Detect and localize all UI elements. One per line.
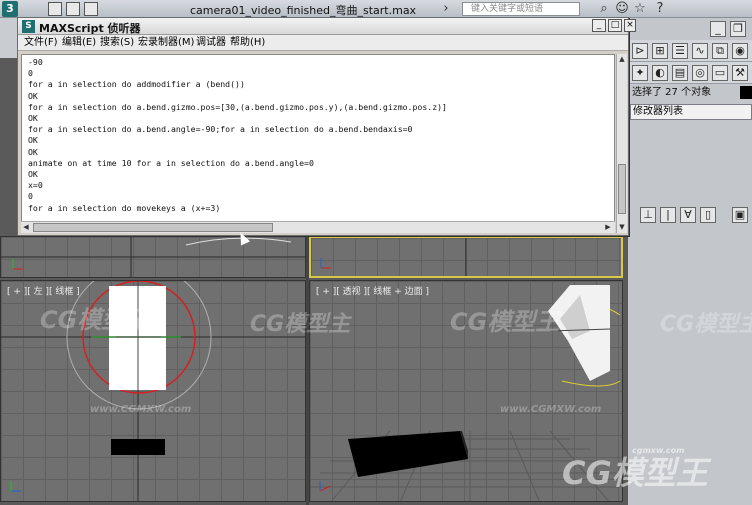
parameters-rollout <box>628 232 752 505</box>
remove-modifier-icon[interactable]: ▯ <box>700 207 716 223</box>
modifier-list-dropdown[interactable]: 修改器列表 <box>630 104 752 120</box>
open-file-icon[interactable] <box>48 2 62 16</box>
save-icon[interactable] <box>66 2 80 16</box>
menu-help[interactable]: 帮助(H) <box>230 36 265 50</box>
minimize-icon[interactable]: _ <box>710 21 726 37</box>
pin-stack-icon[interactable]: ⊥ <box>640 207 656 223</box>
help-search-input[interactable]: 键入关键字或短语 <box>462 2 580 16</box>
community-icon[interactable]: ☺ <box>614 1 630 17</box>
schematic-icon[interactable]: ⧉ <box>712 43 728 59</box>
script-line: animate on at time 10 for a in selection… <box>28 157 314 168</box>
script-line: -90 <box>28 57 43 67</box>
script-line: 0 <box>28 191 33 202</box>
stack-tools: ⊥ | ∀ ▯ ▣ <box>628 206 752 226</box>
app-logo[interactable]: 3 <box>2 1 18 17</box>
command-tabs-row: ✦ ◐ ▤ ◎ ▭ ⚒ <box>628 62 752 84</box>
object-color-swatch[interactable] <box>740 86 752 99</box>
listener-titlebar[interactable]: S MAXScript 侦听器 _ □ × <box>18 18 636 35</box>
perspective-viewport[interactable]: [ + ][ 透视 ][ 线框 + 边面 ] <box>309 280 623 502</box>
menu-debugger[interactable]: 调试器 <box>196 36 226 50</box>
window-title: camera01_video_finished_弯曲_start.max <box>190 4 417 17</box>
show-end-result-icon[interactable]: | <box>660 207 676 223</box>
top-viewport-scene <box>1 237 305 277</box>
front-viewport[interactable] <box>309 236 623 278</box>
make-unique-icon[interactable]: ∀ <box>680 207 696 223</box>
help-icon[interactable]: ? <box>652 1 668 17</box>
display-tab-icon[interactable]: ▭ <box>712 65 728 81</box>
align-icon[interactable]: ⊞ <box>652 43 668 59</box>
horizontal-scrollbar[interactable]: ◀ ▶ <box>21 221 615 233</box>
motion-tab-icon[interactable]: ◎ <box>692 65 708 81</box>
configure-sets-icon[interactable]: ▣ <box>732 207 748 223</box>
viewport-divider[interactable] <box>306 236 309 505</box>
script-line: for a in selection do a.bend.angle=-90;f… <box>28 124 413 135</box>
left-viewport[interactable]: [ + ][ 左 ][ 线框 ] <box>0 280 306 502</box>
favorites-star-icon[interactable]: ☆ <box>632 1 648 17</box>
scroll-left-icon[interactable]: ◀ <box>21 222 31 232</box>
menu-edit[interactable]: 编辑(E) <box>62 36 96 50</box>
script-line: OK <box>28 113 38 124</box>
vertical-scroll-thumb[interactable] <box>618 164 626 214</box>
search-icon[interactable]: ⌕ <box>596 1 612 17</box>
maxscript-listener-window: S MAXScript 侦听器 _ □ × 文件(F) 编辑(E) 搜索(S) … <box>17 17 636 236</box>
script-line: for a in selection do a.bend.gizmo.pos=[… <box>28 101 447 112</box>
mirror-icon[interactable]: ⊳ <box>632 43 648 59</box>
top-viewport[interactable] <box>0 236 306 278</box>
script-line: OK <box>28 135 38 146</box>
listener-menubar: 文件(F) 编辑(E) 搜索(S) 宏录制器(M) 调试器 帮助(H) <box>18 35 628 51</box>
scroll-right-icon[interactable]: ▶ <box>603 222 613 232</box>
minimize-button[interactable]: _ <box>592 19 606 32</box>
restore-icon[interactable]: ❐ <box>730 21 746 37</box>
listener-title: MAXScript 侦听器 <box>39 22 141 35</box>
modify-tab-icon[interactable]: ◐ <box>652 65 668 81</box>
material-editor-icon[interactable]: ◉ <box>732 43 748 59</box>
scroll-down-icon[interactable]: ▼ <box>617 222 627 232</box>
script-line: OK <box>28 169 38 180</box>
close-button[interactable]: × <box>624 19 636 32</box>
maxscript-icon: S <box>22 20 35 33</box>
left-viewport-scene <box>1 281 305 501</box>
curve-editor-icon[interactable]: ∿ <box>692 43 708 59</box>
app-titlebar: 3 camera01_video_finished_弯曲_start.max ›… <box>0 0 752 18</box>
modifier-stack[interactable] <box>630 122 752 202</box>
perspective-viewport-scene <box>310 285 622 501</box>
script-line: OK <box>28 146 38 157</box>
menu-search[interactable]: 搜索(S) <box>100 36 134 50</box>
listener-output-area[interactable]: -90 0 for a in selection do addmodifier … <box>21 54 615 233</box>
hierarchy-tab-icon[interactable]: ▤ <box>672 65 688 81</box>
chevron-right-icon[interactable]: › <box>438 1 454 17</box>
window-controls: _ ❐ <box>628 20 752 38</box>
menu-macro-recorder[interactable]: 宏录制器(M) <box>138 36 194 50</box>
command-panel: _ ❐ ⊳ ⊞ ☰ ∿ ⧉ ◉ ✦ ◐ ▤ ◎ ▭ ⚒ 选择了 27 个对象 修… <box>628 18 752 505</box>
layer-icon[interactable]: ☰ <box>672 43 688 59</box>
horizontal-scroll-thumb[interactable] <box>33 223 273 232</box>
create-tab-icon[interactable]: ✦ <box>632 65 648 81</box>
script-line: for a in selection do movekeys a (x+=3) <box>28 202 221 213</box>
script-line: 0 <box>28 68 33 79</box>
utilities-tab-icon[interactable]: ⚒ <box>732 65 748 81</box>
script-line: x=0 <box>28 180 43 191</box>
menu-file[interactable]: 文件(F) <box>24 36 58 50</box>
vertical-scrollbar[interactable]: ▲ ▼ <box>616 54 627 233</box>
main-toolbar-row: ⊳ ⊞ ☰ ∿ ⧉ ◉ <box>628 40 752 62</box>
front-viewport-scene <box>320 238 467 276</box>
maximize-button[interactable]: □ <box>608 19 622 32</box>
script-line: OK <box>28 90 38 101</box>
script-line: for a in selection do addmodifier a (ben… <box>28 79 245 90</box>
project-folder-icon[interactable] <box>84 2 98 16</box>
scroll-up-icon[interactable]: ▲ <box>617 54 627 64</box>
selection-count: 选择了 27 个对象 <box>632 87 712 98</box>
